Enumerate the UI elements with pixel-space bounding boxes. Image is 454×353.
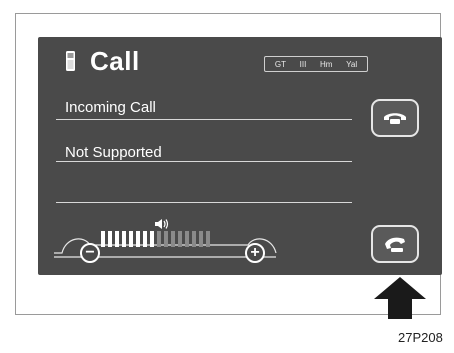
figure-code: 27P208 <box>398 330 443 345</box>
divider-line <box>56 161 352 162</box>
volume-up-button[interactable]: + <box>245 243 265 263</box>
volume-segment <box>108 231 112 247</box>
volume-segment <box>150 231 154 247</box>
volume-segment <box>143 231 147 247</box>
hang-up-button[interactable] <box>371 99 419 137</box>
volume-segment <box>185 231 189 247</box>
incoming-call-text: Incoming Call <box>65 99 156 116</box>
volume-segment <box>157 231 161 247</box>
volume-segment <box>171 231 175 247</box>
volume-down-button[interactable]: − <box>80 243 100 263</box>
screen-title: Call <box>90 45 140 76</box>
volume-segment <box>178 231 182 247</box>
call-on-icon <box>385 237 405 252</box>
title-row: Call <box>65 46 140 76</box>
signal-strength-icon: Yal <box>346 59 358 69</box>
answer-call-button[interactable] <box>371 225 419 263</box>
divider-line <box>56 119 352 120</box>
call-screen: Call GT III Hm Yal Incoming Call Not Sup… <box>38 37 442 275</box>
volume-level-bars <box>101 231 210 247</box>
volume-segment <box>129 231 133 247</box>
volume-segment <box>122 231 126 247</box>
volume-segment <box>206 231 210 247</box>
volume-segment <box>136 231 140 247</box>
volume-segment <box>101 231 105 247</box>
call-off-icon <box>384 113 406 124</box>
status-item: III <box>299 59 307 69</box>
divider-line <box>56 202 352 203</box>
volume-segment <box>192 231 196 247</box>
status-item: Hm <box>320 59 333 69</box>
volume-segment <box>115 231 119 247</box>
volume-segment <box>199 231 203 247</box>
volume-segment <box>164 231 168 247</box>
status-indicators: GT III Hm Yal <box>264 56 368 72</box>
mobile-phone-icon <box>65 50 76 72</box>
not-supported-text: Not Supported <box>65 144 162 161</box>
arrow-up-icon <box>372 275 428 326</box>
status-item: GT <box>274 59 286 69</box>
